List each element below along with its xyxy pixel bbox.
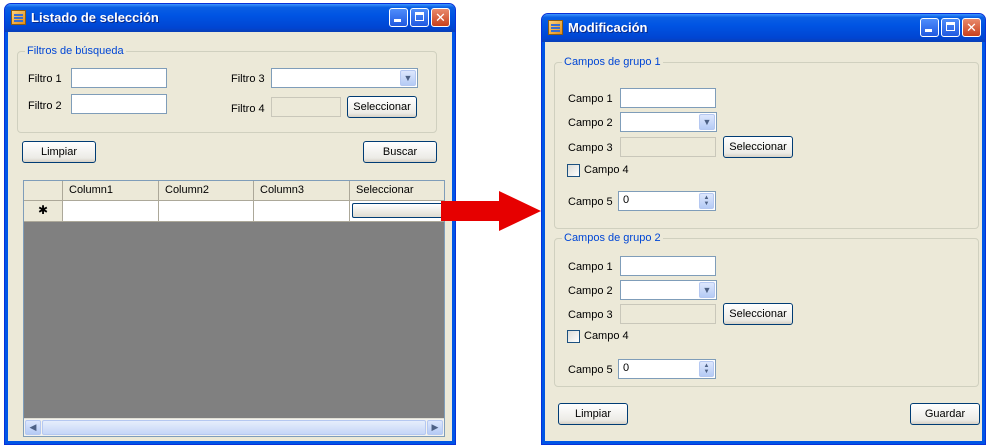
- close-icon[interactable]: [431, 8, 450, 27]
- grid-horizontal-scrollbar[interactable]: ◀ ▶: [24, 418, 444, 436]
- grid-header-column1[interactable]: Column1: [63, 181, 159, 201]
- g1-campo4-label: Campo 4: [584, 164, 629, 176]
- g1-campo3-label: Campo 3: [568, 142, 613, 154]
- minimize-icon[interactable]: [389, 8, 408, 27]
- grid-header-column3[interactable]: Column3: [254, 181, 350, 201]
- filtro4-input: [271, 97, 341, 117]
- spin-down-icon[interactable]: ▼: [700, 200, 713, 208]
- g1-campo1-input[interactable]: [620, 88, 716, 108]
- app-icon: [548, 20, 563, 35]
- minimize-icon[interactable]: [920, 18, 939, 37]
- g2-campo5-spinner[interactable]: 0 ▲ ▼: [618, 359, 716, 379]
- grid-row-header-corner: [24, 181, 63, 201]
- filtro3-combo[interactable]: ▼: [271, 68, 418, 88]
- grid-header-seleccionar[interactable]: Seleccionar: [350, 181, 444, 201]
- g2-campo5-value: 0: [623, 362, 630, 374]
- app-icon: [11, 10, 26, 25]
- chevron-down-icon[interactable]: ▼: [400, 70, 416, 86]
- grid-cell-column2[interactable]: [159, 201, 254, 222]
- chevron-down-icon[interactable]: ▼: [699, 114, 715, 130]
- g1-seleccionar-button[interactable]: Seleccionar: [723, 136, 793, 158]
- grid-seleccionar-button[interactable]: [352, 203, 443, 218]
- spin-down-icon[interactable]: ▼: [700, 368, 713, 376]
- limpiar-button[interactable]: Limpiar: [22, 141, 96, 163]
- g1-campo2-combo[interactable]: ▼: [620, 112, 717, 132]
- left-window-title: Listado de selección: [31, 10, 159, 25]
- scroll-right-icon[interactable]: ▶: [427, 420, 443, 435]
- transition-arrow-icon: [441, 191, 541, 231]
- grid-cell-column3[interactable]: [254, 201, 350, 222]
- maximize-icon[interactable]: [941, 18, 960, 37]
- filtro1-label: Filtro 1: [28, 73, 62, 85]
- g2-campo1-label: Campo 1: [568, 261, 613, 273]
- g2-campo2-combo[interactable]: ▼: [620, 280, 717, 300]
- filtro3-label: Filtro 3: [231, 73, 265, 85]
- right-window-title: Modificación: [568, 20, 648, 35]
- grid-cell-seleccionar: [350, 201, 444, 222]
- g1-campo5-value: 0: [623, 194, 630, 206]
- campos-grupo1-title: Campos de grupo 1: [562, 56, 663, 68]
- campos-grupo2-title: Campos de grupo 2: [562, 232, 663, 244]
- g2-campo1-input[interactable]: [620, 256, 716, 276]
- left-window: Listado de selección Filtros de búsqueda…: [4, 3, 456, 445]
- right-window-titlebar[interactable]: Modificación: [542, 14, 985, 42]
- scroll-thumb[interactable]: [42, 420, 426, 435]
- g1-campo5-spinner[interactable]: 0 ▲ ▼: [618, 191, 716, 211]
- grid-header-column2[interactable]: Column2: [159, 181, 254, 201]
- g2-campo2-label: Campo 2: [568, 285, 613, 297]
- g2-campo5-label: Campo 5: [568, 364, 613, 376]
- grid-header: Column1 Column2 Column3 Seleccionar: [24, 181, 444, 201]
- limpiar-button[interactable]: Limpiar: [558, 403, 628, 425]
- spinner-arrows-icon[interactable]: ▲ ▼: [699, 361, 714, 377]
- g1-campo2-label: Campo 2: [568, 117, 613, 129]
- close-icon[interactable]: [962, 18, 981, 37]
- maximize-icon[interactable]: [410, 8, 429, 27]
- scroll-left-icon[interactable]: ◀: [25, 420, 41, 435]
- grid-new-row-marker: ✱: [24, 201, 63, 222]
- guardar-button[interactable]: Guardar: [910, 403, 980, 425]
- left-window-titlebar[interactable]: Listado de selección: [5, 4, 455, 32]
- filtro4-label: Filtro 4: [231, 103, 265, 115]
- filtro2-input[interactable]: [71, 94, 167, 114]
- g1-campo5-label: Campo 5: [568, 196, 613, 208]
- chevron-down-icon[interactable]: ▼: [699, 282, 715, 298]
- g2-campo3-label: Campo 3: [568, 309, 613, 321]
- filtro1-input[interactable]: [71, 68, 167, 88]
- g2-seleccionar-button[interactable]: Seleccionar: [723, 303, 793, 325]
- g2-campo4-label: Campo 4: [584, 330, 629, 342]
- grid-cell-column1[interactable]: [63, 201, 159, 222]
- g2-campo3-input: [620, 304, 716, 324]
- filters-group-title: Filtros de búsqueda: [25, 45, 126, 57]
- g2-campo4-checkbox[interactable]: [567, 330, 580, 343]
- g1-campo1-label: Campo 1: [568, 93, 613, 105]
- grid-new-row[interactable]: ✱: [24, 201, 444, 222]
- g1-campo3-input: [620, 137, 716, 157]
- g1-campo4-checkbox[interactable]: [567, 164, 580, 177]
- filtro2-label: Filtro 2: [28, 100, 62, 112]
- results-grid[interactable]: Column1 Column2 Column3 Seleccionar ✱ ◀ …: [23, 180, 445, 437]
- right-window: Modificación Campos de grupo 1 Campo 1 C…: [541, 13, 986, 445]
- buscar-button[interactable]: Buscar: [363, 141, 437, 163]
- spinner-arrows-icon[interactable]: ▲ ▼: [699, 193, 714, 209]
- filtro4-seleccionar-button[interactable]: Seleccionar: [347, 96, 417, 118]
- filters-group: Filtros de búsqueda: [17, 45, 437, 133]
